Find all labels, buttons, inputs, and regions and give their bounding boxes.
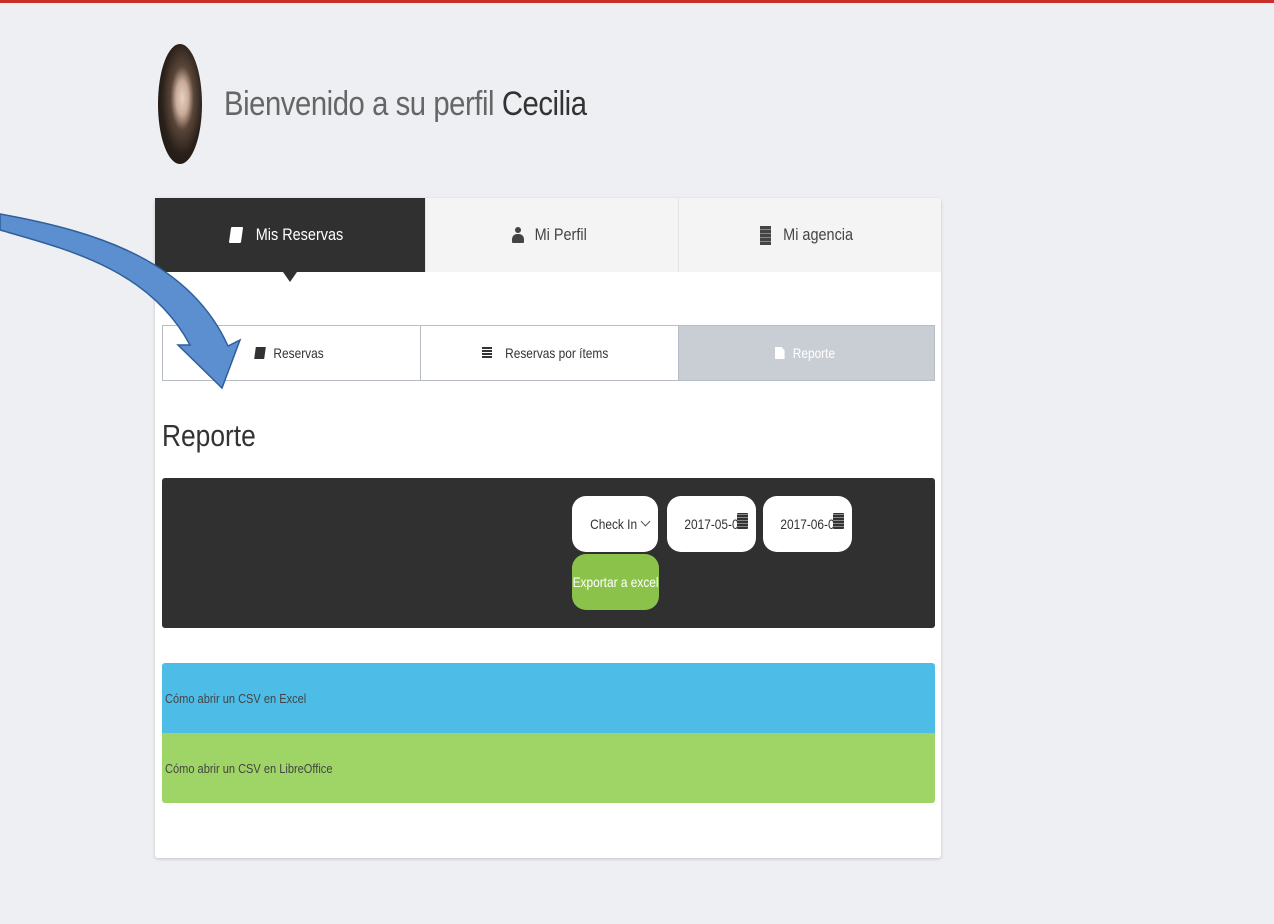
subtab-label: Reservas por ítems	[504, 345, 609, 361]
tab-label: Mis Reservas	[255, 225, 343, 244]
calendar-icon[interactable]	[833, 513, 844, 529]
tab-label: Mi agencia	[783, 225, 854, 244]
tab-mi-perfil[interactable]: Mi Perfil	[425, 198, 678, 272]
annotation-arrow	[0, 213, 242, 390]
user-name: Cecilia	[501, 84, 587, 123]
greeting-text: Bienvenido a su perfil	[224, 84, 495, 123]
chevron-down-icon	[640, 516, 651, 527]
select-value: Check In	[590, 516, 638, 532]
help-link-label: Cómo abrir un CSV en LibreOffice	[165, 760, 333, 776]
subtab-label: Reporte	[792, 345, 835, 361]
calendar-icon[interactable]	[737, 513, 748, 529]
page-title: Bienvenido a su perfil Cecilia	[224, 85, 587, 124]
export-label: Exportar a excel	[572, 574, 659, 590]
user-icon	[512, 227, 525, 243]
export-excel-button[interactable]: Exportar a excel	[572, 554, 659, 610]
main-tabs: Mis Reservas Mi Perfil Mi agencia	[155, 198, 941, 282]
file-icon	[774, 347, 785, 359]
section-title: Reporte	[162, 418, 256, 453]
subtab-label: Reservas	[273, 345, 324, 361]
subtab-reservas-por-items[interactable]: Reservas por ítems	[420, 326, 678, 380]
sub-tabs: Reservas Reservas por ítems Reporte	[162, 325, 935, 381]
help-link-csv-excel[interactable]: Cómo abrir un CSV en Excel	[162, 663, 935, 733]
tab-label: Mi Perfil	[534, 225, 588, 244]
date-from-field[interactable]: 2017-05-05	[667, 496, 756, 552]
subtab-reporte[interactable]: Reporte	[678, 326, 934, 380]
date-to-field[interactable]: 2017-06-01	[763, 496, 852, 552]
profile-card: Mis Reservas Mi Perfil Mi agencia Reserv…	[155, 198, 941, 858]
date-type-select[interactable]: Check In	[572, 496, 658, 552]
tab-mi-agencia[interactable]: Mi agencia	[678, 198, 941, 272]
help-link-csv-libreoffice[interactable]: Cómo abrir un CSV en LibreOffice	[162, 733, 935, 803]
report-filter-bar: Check In 2017-05-05 2017-06-01 Exportar …	[162, 478, 935, 628]
help-link-label: Cómo abrir un CSV en Excel	[165, 690, 307, 706]
building-icon	[760, 225, 772, 245]
list-icon	[481, 347, 492, 359]
annotation-arrow-shape	[0, 213, 242, 390]
